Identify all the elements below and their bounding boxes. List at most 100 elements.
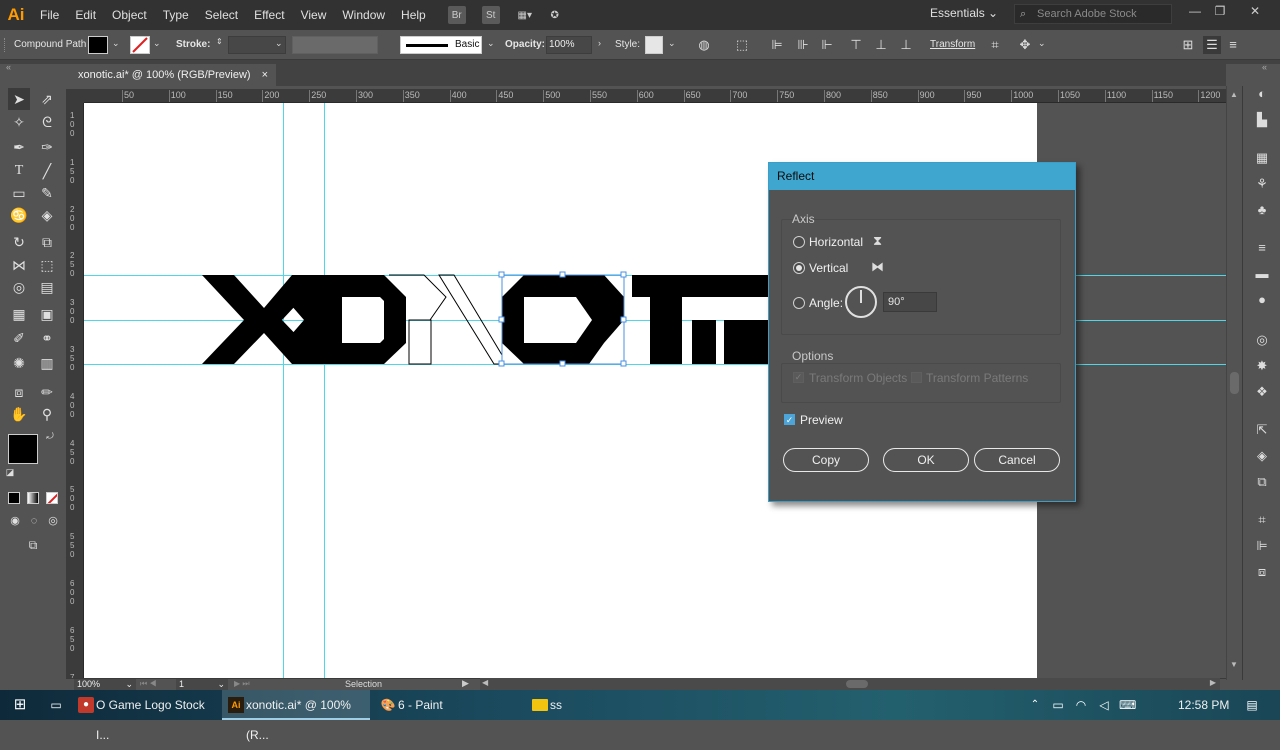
libraries-panel-icon[interactable]: ▙	[1254, 112, 1270, 128]
more-options-dropdown-icon[interactable]: ⌄	[1038, 38, 1046, 49]
horizontal-scrollbar[interactable]: ◀ ▶	[480, 678, 1220, 690]
close-window-button[interactable]: ✕	[1245, 4, 1265, 22]
horizontal-ruler[interactable]: 50 100 150 200 250 300 350 400 450 500 550 600 650 70…	[84, 89, 1226, 103]
pen-tool-icon[interactable]: ✒	[8, 136, 30, 158]
zoom-field[interactable]: 100% ⌄	[74, 679, 136, 690]
fill-swatch[interactable]	[88, 36, 108, 54]
stroke-weight-dropdown-icon[interactable]: ⌄	[275, 38, 283, 49]
align-top-icon[interactable]: ⊤	[847, 36, 865, 54]
eraser-tool-icon[interactable]: ◈	[36, 204, 58, 226]
curvature-tool-icon[interactable]: ✑	[36, 136, 58, 158]
wifi-icon[interactable]: ◠	[1073, 697, 1089, 713]
artboard-navigation-field[interactable]: 1 ⌄	[176, 679, 228, 690]
angle-radio[interactable]	[793, 297, 805, 309]
scroll-up-icon[interactable]: ▲	[1230, 90, 1238, 99]
swap-colors-icon[interactable]: ⤾	[44, 430, 56, 442]
brushes-panel-icon[interactable]: ⚘	[1254, 176, 1270, 192]
workspace-switcher[interactable]: Essentials ⌄	[930, 6, 998, 20]
opacity-field[interactable]: 100%	[546, 36, 592, 54]
layers-panel-icon[interactable]: ◈	[1254, 448, 1270, 464]
close-tab-icon[interactable]: ×	[262, 64, 268, 86]
eyedropper-tool-icon[interactable]: ✐	[8, 327, 30, 349]
taskbar-item-browser[interactable]: ● O Game Logo Stock I...	[72, 690, 218, 742]
direct-selection-tool-icon[interactable]: ⇗	[36, 88, 58, 110]
arrange-icon[interactable]: ⊞	[1179, 36, 1197, 54]
shape-builder-tool-icon[interactable]: ◎	[8, 276, 30, 298]
network-icon[interactable]: ▭	[1050, 697, 1066, 713]
scroll-thumb[interactable]	[1230, 372, 1239, 394]
align-to-icon[interactable]: ⬚	[733, 36, 751, 54]
none-mode-icon[interactable]	[46, 492, 58, 504]
variable-width-profile[interactable]	[292, 36, 378, 54]
gradient-panel-icon[interactable]: ▬	[1254, 266, 1270, 282]
menu-window[interactable]: Window	[334, 0, 393, 30]
menu-view[interactable]: View	[293, 0, 335, 30]
align-center-icon[interactable]: ⊪	[794, 36, 812, 54]
gpu-performance-icon[interactable]: ✪	[546, 6, 564, 24]
symbols-panel-icon[interactable]: ♣	[1254, 202, 1270, 218]
graphic-style-swatch[interactable]	[645, 36, 663, 54]
properties-panel-icon[interactable]: ◐	[1254, 86, 1270, 102]
default-colors-icon[interactable]: ◪	[4, 466, 16, 478]
opacity-arrow-icon[interactable]: ›	[598, 38, 601, 48]
horizontal-label[interactable]: Horizontal	[809, 235, 863, 249]
brush-dropdown-icon[interactable]: ⌄	[487, 38, 495, 49]
free-transform-tool-icon[interactable]: ⬚	[36, 254, 58, 276]
menu-type[interactable]: Type	[155, 0, 197, 30]
transparency-panel-icon[interactable]: ●	[1254, 292, 1270, 308]
screen-mode-icon[interactable]: ⧉	[22, 534, 44, 556]
menu-object[interactable]: Object	[104, 0, 155, 30]
control-bar-menu-icon[interactable]: ≡	[1224, 36, 1242, 54]
task-view-icon[interactable]: ▭	[48, 697, 64, 713]
gradient-tool-icon[interactable]: ▣	[36, 303, 58, 325]
vertical-ruler[interactable]: 1 0 0 1 5 0 2 0 0 2 5 0 3 0 0 3 5 0 4 0 0 4 5 0…	[66, 103, 84, 680]
graphic-styles-panel-icon[interactable]: ✸	[1254, 358, 1270, 374]
angle-input[interactable]: 90°	[883, 292, 937, 312]
dialog-title[interactable]: Reflect	[769, 163, 1075, 190]
fill-color-box[interactable]	[8, 434, 38, 464]
artboards-panel-icon[interactable]: ⧉	[1254, 474, 1270, 490]
bridge-icon[interactable]: Br	[447, 6, 466, 24]
angle-dial[interactable]	[845, 286, 877, 318]
type-tool-icon[interactable]: T	[8, 160, 30, 182]
style-dropdown-icon[interactable]: ⌄	[668, 38, 676, 49]
rectangle-tool-icon[interactable]: ▭	[8, 182, 30, 204]
keyboard-icon[interactable]: ⌨	[1119, 697, 1136, 713]
rotate-tool-icon[interactable]: ↻	[8, 231, 30, 253]
blend-tool-icon[interactable]: ⚭	[36, 327, 58, 349]
last-artboard-icon[interactable]: ▶ ⏭	[234, 679, 250, 689]
fill-dropdown-icon[interactable]: ⌄	[112, 38, 120, 49]
transform-panel-icon[interactable]: ⌗	[1254, 512, 1270, 528]
recolor-artwork-icon[interactable]: ◍	[695, 36, 713, 54]
collapse-toolbar-icon[interactable]: «	[6, 62, 11, 72]
vertical-scrollbar[interactable]: ▲ ▼	[1226, 86, 1242, 680]
maximize-button[interactable]: ❐	[1210, 4, 1230, 22]
taskbar-item-illustrator[interactable]: Ai xonotic.ai* @ 100% (R...	[222, 690, 370, 742]
perspective-grid-tool-icon[interactable]: ▤	[36, 276, 58, 298]
stock-search-input[interactable]: ⌕ Search Adobe Stock	[1014, 4, 1172, 24]
transform-link[interactable]: Transform	[930, 39, 975, 50]
panel-layout-icon[interactable]: ☰	[1203, 36, 1221, 54]
align-panel-icon[interactable]: ⊫	[1254, 538, 1270, 554]
slice-tool-icon[interactable]: ✏	[36, 381, 58, 403]
windows-start-icon[interactable]: ⊞	[12, 697, 28, 713]
zoom-tool-icon[interactable]: ⚲	[36, 403, 58, 425]
scroll-down-icon[interactable]: ▼	[1230, 660, 1238, 669]
menu-effect[interactable]: Effect	[246, 0, 292, 30]
menu-file[interactable]: File	[32, 0, 67, 30]
document-tab[interactable]: xonotic.ai* @ 100% (RGB/Preview) ×	[66, 64, 276, 86]
draw-inside-icon[interactable]: ◎	[42, 510, 64, 532]
menu-select[interactable]: Select	[197, 0, 246, 30]
stroke-stepper-icon[interactable]: ⇕	[216, 37, 223, 46]
scroll-left-icon[interactable]: ◀	[482, 678, 488, 687]
show-hidden-icons[interactable]: ⌃	[1027, 697, 1043, 713]
ok-button[interactable]: OK	[883, 448, 969, 472]
pathfinder-panel-icon[interactable]: ⧈	[1254, 564, 1270, 580]
color-mode-icon[interactable]	[8, 492, 20, 504]
line-tool-icon[interactable]: ╱	[36, 160, 58, 182]
preview-checkbox[interactable]: ✓	[784, 414, 795, 425]
horizontal-radio[interactable]	[793, 236, 805, 248]
hscroll-thumb[interactable]	[846, 680, 868, 688]
stroke-panel-icon[interactable]: ≡	[1254, 240, 1270, 256]
export-panel-icon[interactable]: ⇱	[1254, 422, 1270, 438]
